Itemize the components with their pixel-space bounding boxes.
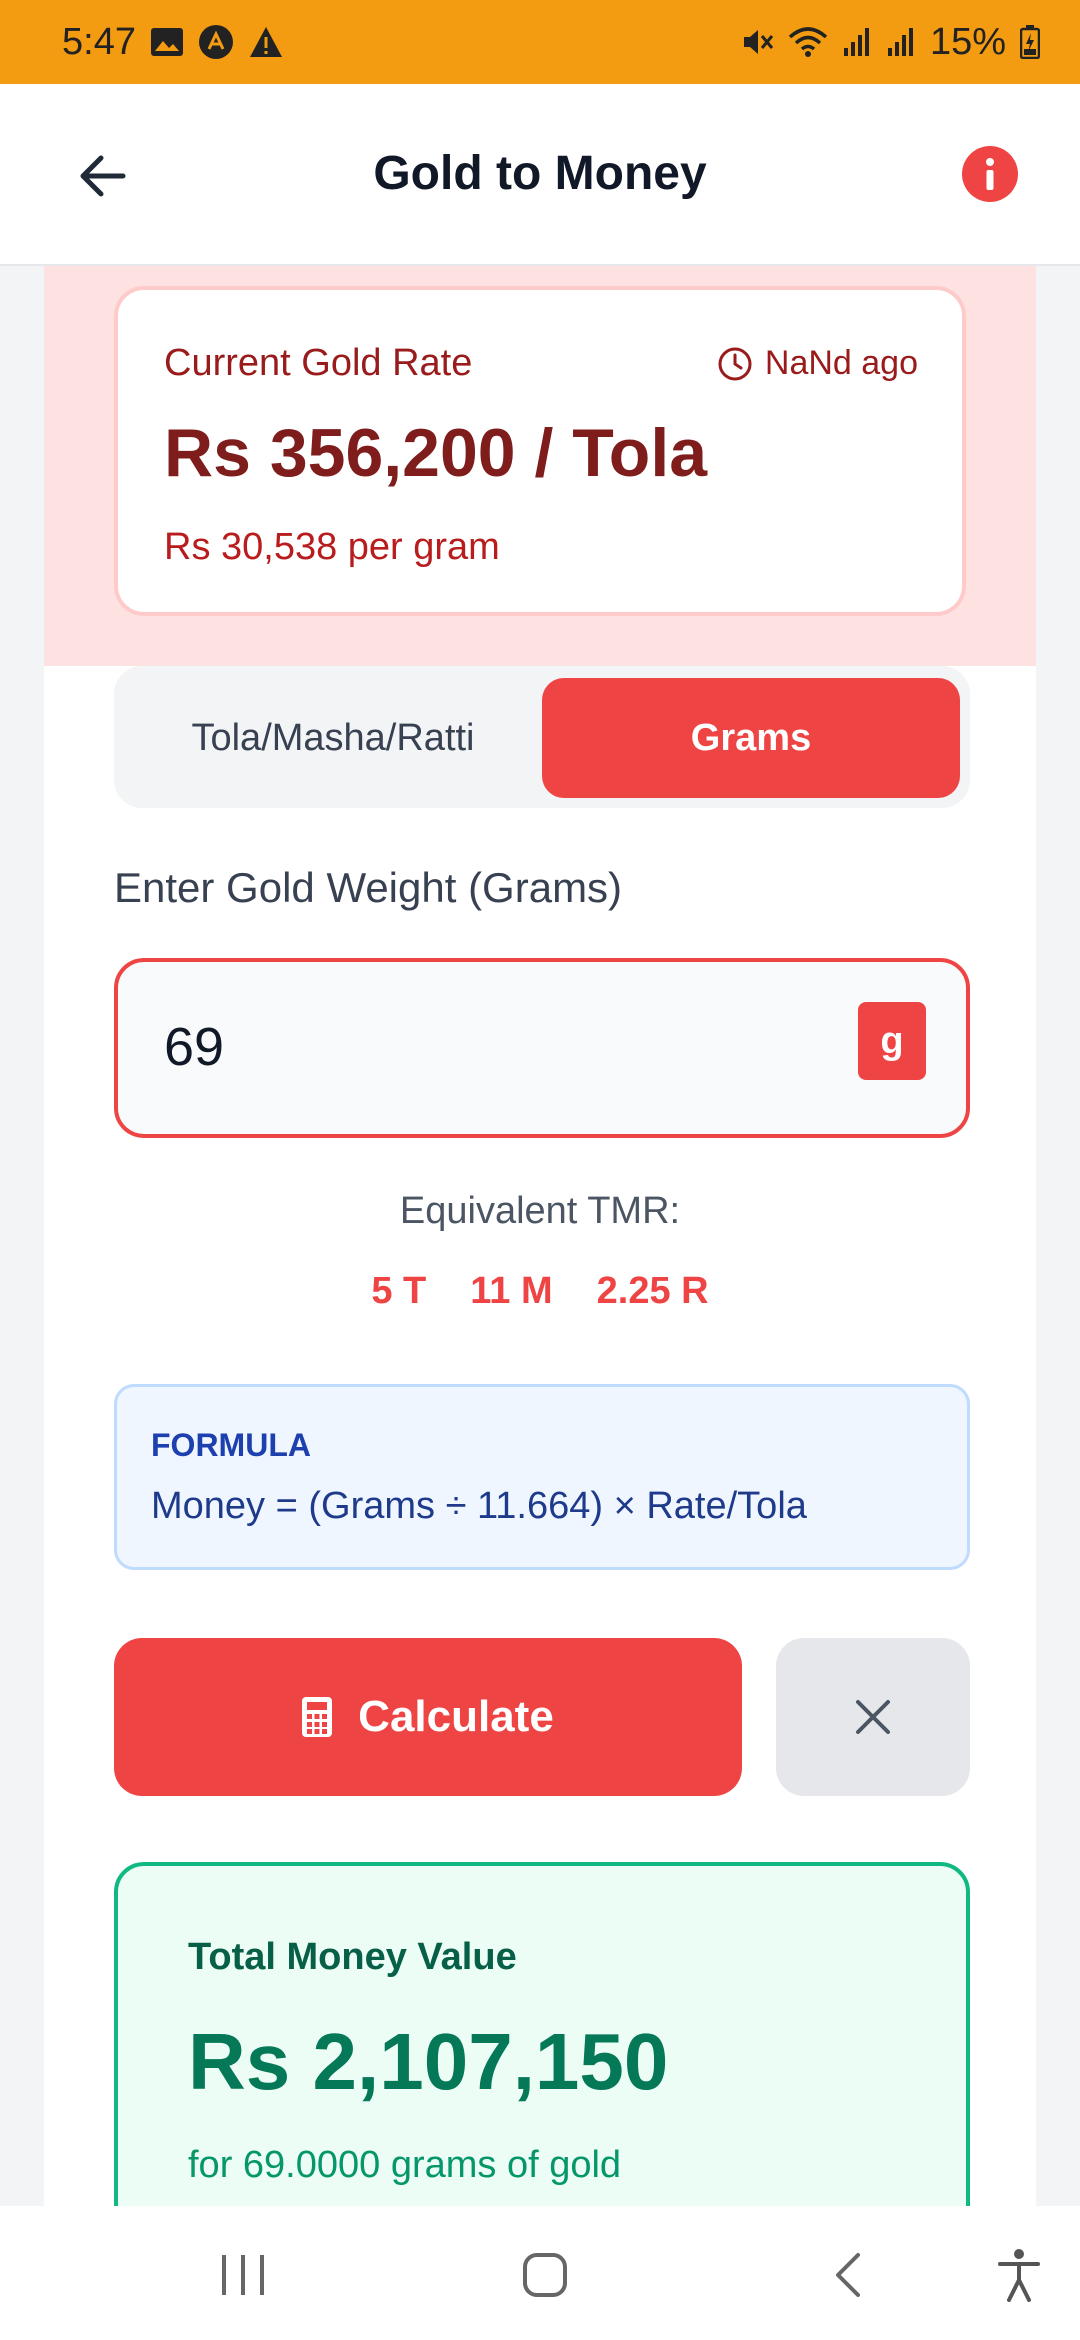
rate-per-tola: Rs 356,200 / Tola [164, 415, 708, 491]
rate-updated: NaNd ago [717, 344, 918, 383]
accessibility-button[interactable] [984, 2240, 1054, 2310]
page-title: Gold to Money [373, 147, 707, 200]
system-nav-bar [0, 2206, 1080, 2340]
status-bar: 5:47 15% [0, 0, 1080, 84]
rate-updated-text: NaNd ago [764, 344, 918, 382]
equivalent-ratti: 2.25 R [596, 1270, 709, 1312]
weight-input[interactable]: 69 g [114, 958, 970, 1138]
close-icon [856, 1700, 890, 1734]
calculator-panel: Current Gold Rate NaNd ago Rs 356,200 / … [44, 266, 1036, 2206]
toggle-tola-masha-ratti[interactable]: Tola/Masha/Ratti [124, 678, 542, 798]
weight-label: Enter Gold Weight (Grams) [114, 864, 623, 911]
unit-badge: g [858, 1002, 926, 1080]
accessibility-icon [998, 2249, 1040, 2302]
equivalent-values: 5 T 11 M 2.25 R [44, 1270, 1036, 1313]
rate-section: Current Gold Rate NaNd ago Rs 356,200 / … [44, 266, 1036, 666]
result-card: Total Money Value Rs 2,107,150 for 69.00… [114, 1862, 970, 2206]
gold-rate-card: Current Gold Rate NaNd ago Rs 356,200 / … [114, 286, 966, 616]
calculate-button[interactable]: Calculate [114, 1638, 742, 1796]
toggle-grams[interactable]: Grams [542, 678, 960, 798]
weight-value[interactable]: 69 [164, 1016, 224, 1078]
mute-icon [740, 25, 774, 59]
rate-label: Current Gold Rate [164, 342, 473, 384]
status-time: 5:47 [62, 20, 136, 63]
warning-icon [248, 25, 284, 59]
signal-icon [842, 26, 872, 58]
clear-button[interactable] [776, 1638, 970, 1796]
formula-title: FORMULA [151, 1427, 311, 1463]
home-button[interactable] [510, 2240, 580, 2310]
equivalent-label: Equivalent TMR: [399, 1190, 681, 1232]
recents-button[interactable] [208, 2240, 278, 2310]
signal-icon [886, 26, 916, 58]
chevron-left-icon [836, 2253, 860, 2297]
info-icon [986, 158, 994, 190]
system-back-button[interactable] [812, 2240, 882, 2310]
recents-icon [222, 2255, 264, 2295]
result-label: Total Money Value [188, 1936, 517, 1978]
rate-per-gram: Rs 30,538 per gram [164, 526, 500, 568]
battery-charging-icon [1020, 25, 1040, 59]
unit-toggle: Tola/Masha/Ratti Grams [114, 666, 970, 808]
equivalent-masha: 11 M [470, 1270, 553, 1312]
info-button[interactable] [962, 146, 1018, 202]
calculate-label: Calculate [358, 1692, 554, 1741]
image-icon [150, 27, 184, 57]
formula-text: Money = (Grams ÷ 11.664) × Rate/Tola [151, 1485, 807, 1527]
result-value: Rs 2,107,150 [188, 2017, 669, 2106]
home-icon [523, 2253, 567, 2297]
app-header: Gold to Money [0, 84, 1080, 266]
equivalent-tola: 5 T [371, 1270, 427, 1312]
result-subtext: for 69.0000 grams of gold [188, 2144, 622, 2186]
wifi-icon [788, 25, 828, 59]
app-notification-icon [198, 24, 234, 60]
battery-percent: 15% [929, 20, 1006, 63]
clock-icon [718, 347, 752, 380]
calculator-icon [302, 1697, 333, 1737]
formula-box: FORMULA Money = (Grams ÷ 11.664) × Rate/… [114, 1384, 970, 1570]
